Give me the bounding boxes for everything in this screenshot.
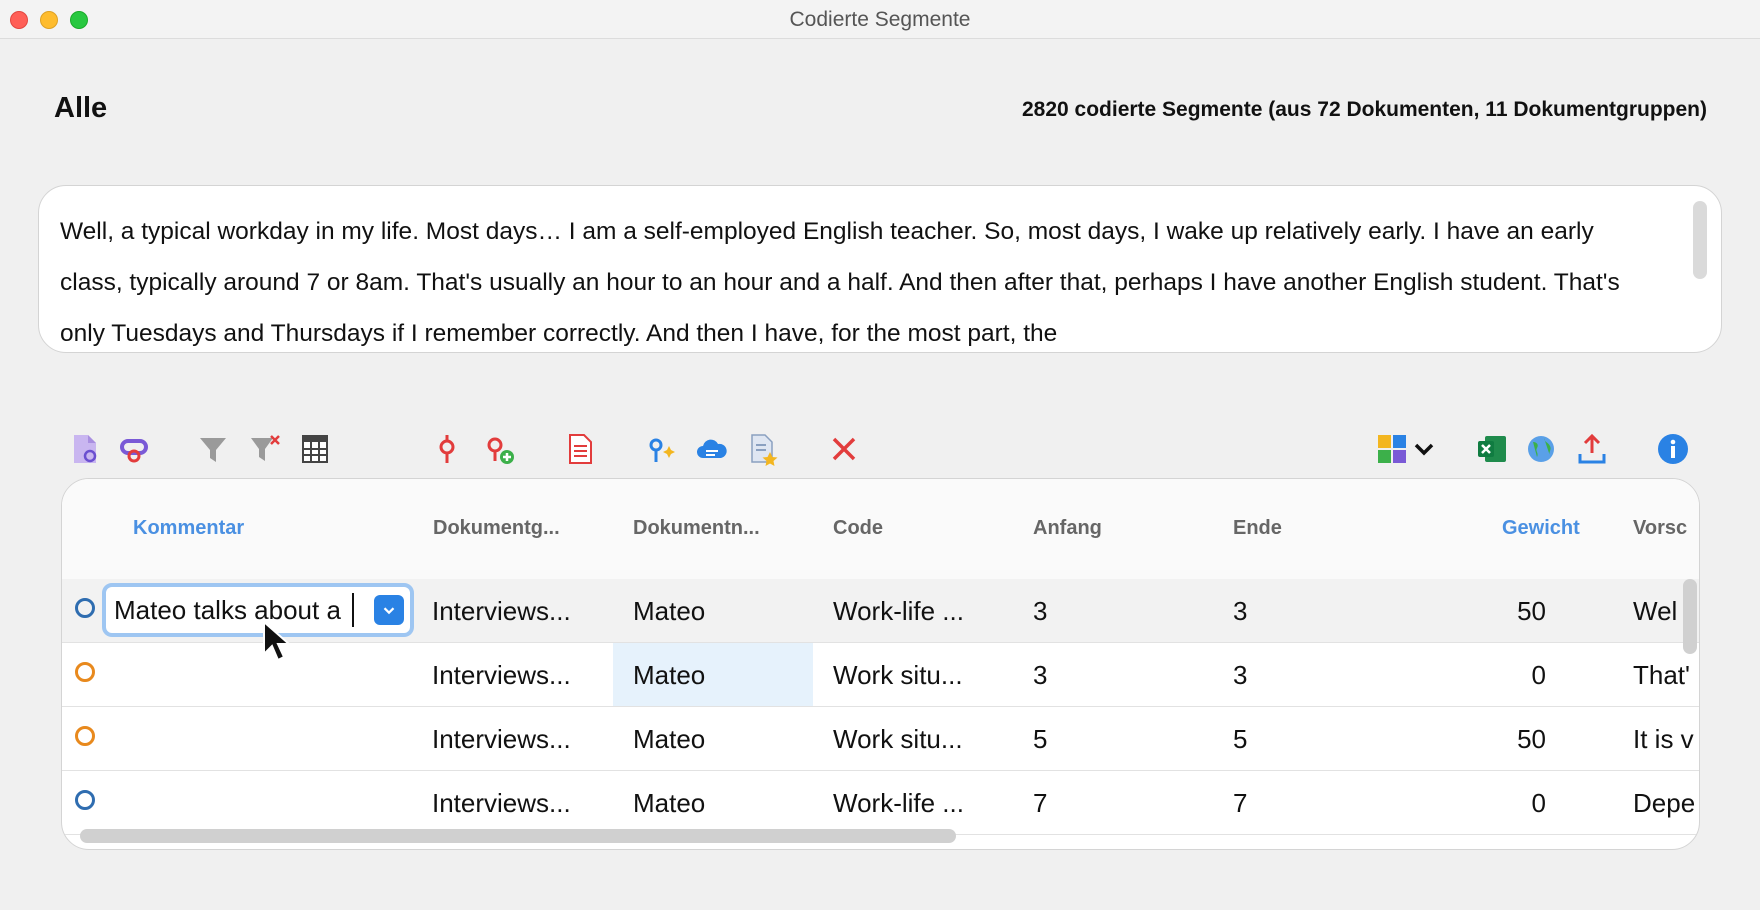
cell-document-name[interactable]: Mateo xyxy=(633,660,705,691)
cell-document-group[interactable]: Interviews... xyxy=(432,788,571,819)
cell-document-name[interactable]: Mateo xyxy=(633,788,705,819)
globe-icon[interactable] xyxy=(1522,430,1560,468)
table-row[interactable]: Interviews... Mateo Work situ... 5 5 50 … xyxy=(62,707,1699,771)
cell-code[interactable]: Work situ... xyxy=(833,660,963,691)
cell-document-name[interactable]: Mateo xyxy=(633,596,705,627)
segment-preview[interactable]: Well, a typical workday in my life. Most… xyxy=(38,185,1722,353)
cell-code[interactable]: Work situ... xyxy=(833,724,963,755)
column-header-code[interactable]: Code xyxy=(833,517,883,540)
export-icon[interactable] xyxy=(1573,430,1611,468)
segment-marker-icon xyxy=(75,598,95,618)
cell-preview[interactable]: That' xyxy=(1633,660,1699,691)
ai-assist-icon[interactable] xyxy=(641,430,679,468)
segment-preview-text: Well, a typical workday in my life. Most… xyxy=(60,218,1620,347)
cell-document-group[interactable]: Interviews... xyxy=(432,660,571,691)
segment-marker-icon xyxy=(75,662,95,682)
excel-icon[interactable] xyxy=(1473,430,1511,468)
add-code-icon[interactable] xyxy=(480,430,518,468)
column-header-document-name[interactable]: Dokumentn... xyxy=(633,517,760,540)
window-title: Codierte Segmente xyxy=(789,8,971,31)
info-icon[interactable] xyxy=(1654,430,1692,468)
cell-weight[interactable]: 0 xyxy=(1466,660,1546,691)
column-header-start[interactable]: Anfang xyxy=(1033,517,1102,540)
cell-start[interactable]: 7 xyxy=(1033,788,1047,819)
horizontal-scroll-thumb[interactable] xyxy=(80,829,956,843)
table-row[interactable]: Interviews... Mateo Work situ... 3 3 0 T… xyxy=(62,643,1699,707)
comment-editor[interactable] xyxy=(102,583,414,637)
cell-weight[interactable]: 50 xyxy=(1466,724,1546,755)
column-header-end[interactable]: Ende xyxy=(1233,517,1282,540)
coded-segments-table[interactable]: Kommentar Dokumentg... Dokumentn... Code… xyxy=(61,478,1700,850)
cell-start[interactable]: 3 xyxy=(1033,660,1047,691)
filter-label: Alle xyxy=(54,92,108,124)
cell-weight[interactable]: 0 xyxy=(1466,788,1546,819)
table-row[interactable]: Interviews... Mateo Work-life ... 7 7 0 … xyxy=(62,771,1699,835)
favorite-doc-icon[interactable] xyxy=(744,430,782,468)
cell-preview[interactable]: It is v xyxy=(1633,724,1699,755)
column-header-weight[interactable]: Gewicht xyxy=(1502,517,1580,540)
comment-input[interactable] xyxy=(112,593,354,627)
segment-count: 2820 codierte Segmente (aus 72 Dokumente… xyxy=(1021,98,1707,121)
mouse-cursor-icon xyxy=(263,620,292,662)
cell-preview[interactable]: Depe xyxy=(1633,788,1699,819)
document-memo-icon[interactable] xyxy=(66,430,104,468)
table-row[interactable]: Interviews... Mateo Work-life ... 3 3 50… xyxy=(62,579,1699,643)
table-header: Kommentar Dokumentg... Dokumentn... Code… xyxy=(62,479,1699,579)
remove-filter-icon[interactable] xyxy=(247,430,285,468)
column-header-preview[interactable]: Vorsc xyxy=(1633,517,1687,540)
cell-weight[interactable]: 50 xyxy=(1466,596,1546,627)
cloud-icon[interactable] xyxy=(693,430,731,468)
cell-start[interactable]: 5 xyxy=(1033,724,1047,755)
cell-document-group[interactable]: Interviews... xyxy=(432,724,571,755)
toolbar xyxy=(0,430,1760,470)
preview-scrollbar[interactable] xyxy=(1693,201,1707,279)
filter-icon[interactable] xyxy=(194,430,232,468)
chevron-down-icon[interactable] xyxy=(1405,430,1443,468)
cell-end[interactable]: 3 xyxy=(1233,660,1247,691)
column-header-document-group[interactable]: Dokumentg... xyxy=(433,517,560,540)
cell-code[interactable]: Work-life ... xyxy=(833,596,964,627)
segment-marker-icon xyxy=(75,790,95,810)
column-settings-icon[interactable] xyxy=(296,430,334,468)
title-bar: Codierte Segmente xyxy=(0,0,1760,39)
cell-code[interactable]: Work-life ... xyxy=(833,788,964,819)
segment-marker-icon xyxy=(75,726,95,746)
cell-end[interactable]: 5 xyxy=(1233,724,1247,755)
table-vertical-scrollbar[interactable] xyxy=(1683,579,1697,654)
delete-icon[interactable] xyxy=(825,430,863,468)
comment-dropdown-button[interactable] xyxy=(374,595,404,625)
cell-end[interactable]: 3 xyxy=(1233,596,1247,627)
cell-document-name[interactable]: Mateo xyxy=(633,724,705,755)
code-icon[interactable] xyxy=(428,430,466,468)
cell-document-group[interactable]: Interviews... xyxy=(432,596,571,627)
cell-end[interactable]: 7 xyxy=(1233,788,1247,819)
pdf-document-icon[interactable] xyxy=(561,430,599,468)
column-header-comment[interactable]: Kommentar xyxy=(133,517,244,540)
chevron-down-icon xyxy=(383,607,395,615)
code-link-icon[interactable] xyxy=(116,430,154,468)
table-horizontal-scrollbar[interactable] xyxy=(80,829,1680,843)
cell-start[interactable]: 3 xyxy=(1033,596,1047,627)
